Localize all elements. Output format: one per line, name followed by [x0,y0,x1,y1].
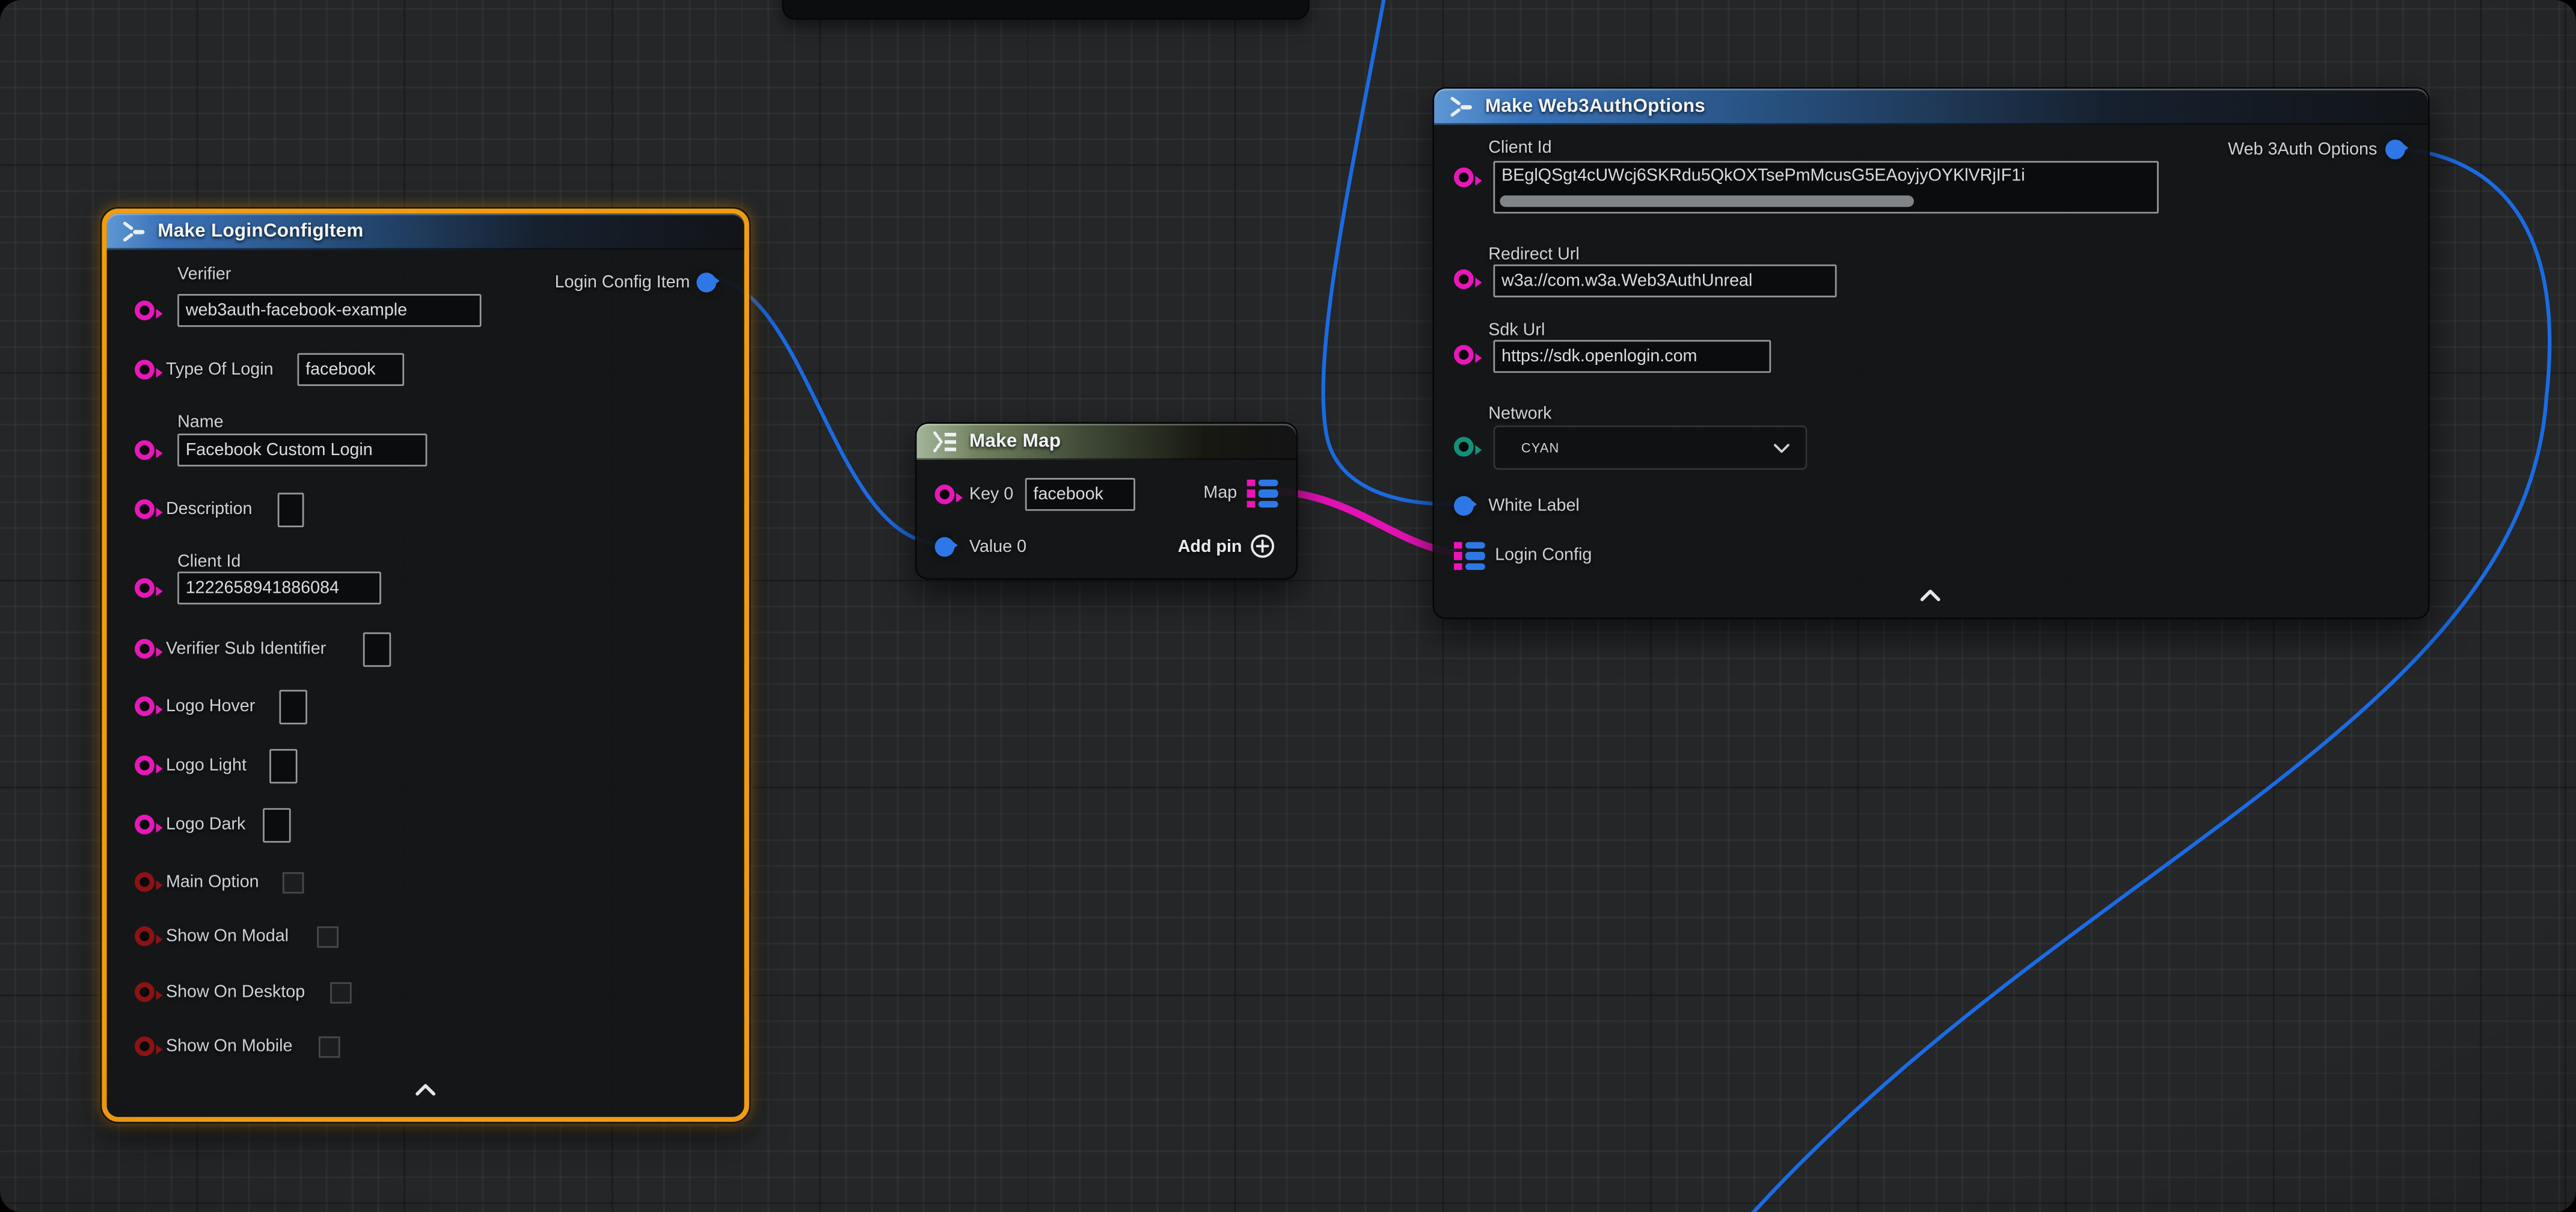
input-pin-logo-hover[interactable] [135,696,155,716]
field-label-sdk-url: Sdk Url [1488,320,1545,340]
input-pin-show-on-mobile[interactable] [135,1036,155,1056]
input-pin-show-on-modal[interactable] [135,926,155,946]
add-pin-plus-icon [1250,534,1275,559]
make-map-icon [931,430,958,453]
input-pin-value-0[interactable] [935,537,955,557]
input-pin-type-of-login[interactable] [135,360,155,379]
network-selected-value: CYAN [1521,440,1559,455]
type-of-login-input[interactable]: facebook [298,353,405,386]
sdk-url-input[interactable]: https://sdk.openlogin.com [1493,340,1771,373]
output-pin-map[interactable] [1247,480,1278,507]
client-id-scrollbar[interactable] [1500,195,1913,206]
input-pin-name[interactable] [135,440,155,460]
input-pin-white-label[interactable] [1454,496,1474,516]
network-dropdown[interactable]: CYAN [1493,426,1807,470]
name-input[interactable]: Facebook Custom Login [177,433,427,467]
logo-dark-input[interactable] [263,808,290,842]
node-title: Make LoginConfigItem [158,222,363,242]
field-label-key-0: Key 0 [969,485,1013,504]
offscreen-node-fragment[interactable] [782,0,1309,20]
field-label-show-on-modal: Show On Modal [166,926,289,946]
add-pin-label: Add pin [1178,536,1242,556]
dropdown-chevron-icon [1773,442,1791,453]
key-0-input[interactable]: facebook [1025,478,1135,511]
redirect-url-input[interactable]: w3a://com.w3a.Web3AuthUnreal [1493,265,1836,298]
node-make-loginconfigitem[interactable]: Make LoginConfigItem Login Config Item V… [102,209,749,1122]
make-struct-icon [1449,95,1474,118]
input-pin-sdk-url[interactable] [1454,345,1474,365]
field-label-logo-dark: Logo Dark [166,815,245,834]
field-label-logo-light: Logo Light [166,756,247,776]
input-pin-logo-light[interactable] [135,756,155,776]
node-title: Make Map [969,432,1061,452]
blueprint-graph-canvas[interactable]: Make LoginConfigItem Login Config Item V… [0,0,2576,1212]
field-label-main-option: Main Option [166,872,259,892]
output-pin-label-map: Map [1203,483,1237,503]
input-pin-verifier-sub-identifier[interactable] [135,639,155,659]
collapse-chevron-icon[interactable] [414,1082,437,1097]
field-label-show-on-mobile: Show On Mobile [166,1036,292,1056]
input-pin-verifier[interactable] [135,301,155,320]
field-label-value-0: Value 0 [969,537,1026,557]
field-label-login-config: Login Config [1495,545,1592,565]
show-on-modal-checkbox[interactable] [317,926,339,948]
collapse-chevron-icon[interactable] [1919,588,1942,603]
field-label-verifier-sub-identifier: Verifier Sub Identifier [166,639,326,659]
node-make-map[interactable]: Make Map Key 0 facebook Map Value 0 Add … [915,422,1298,580]
client-id-input[interactable]: 1222658941886084 [177,572,381,605]
node-header[interactable]: Make Map [917,424,1296,460]
input-pin-show-on-desktop[interactable] [135,982,155,1002]
node-make-web3authoptions[interactable]: Make Web3AuthOptions Web 3Auth Options C… [1432,87,2429,619]
input-pin-redirect-url[interactable] [1454,269,1474,289]
input-pin-logo-dark[interactable] [135,815,155,834]
main-option-checkbox[interactable] [283,872,304,894]
field-label-client-id: Client Id [1488,138,1551,158]
input-pin-client-id[interactable] [1454,168,1474,188]
logo-light-input[interactable] [269,749,297,783]
input-pin-client-id[interactable] [135,578,155,598]
verifier-input[interactable]: web3auth-facebook-example [177,294,481,327]
input-pin-network[interactable] [1454,437,1474,457]
field-label-verifier: Verifier [177,265,231,284]
field-label-name: Name [177,412,224,432]
make-struct-icon [121,220,146,243]
output-pin-web3auth-options[interactable] [2385,139,2405,159]
field-label-network: Network [1488,404,1551,424]
input-pin-login-config[interactable] [1454,542,1485,570]
node-header[interactable]: Make LoginConfigItem [107,213,744,249]
output-pin-label: Web 3Auth Options [2228,139,2377,159]
show-on-mobile-checkbox[interactable] [319,1036,340,1058]
logo-hover-input[interactable] [279,690,307,724]
field-label-redirect-url: Redirect Url [1488,245,1579,265]
field-label-show-on-desktop: Show On Desktop [166,982,305,1002]
node-header[interactable]: Make Web3AuthOptions [1434,89,2428,125]
add-pin-button[interactable]: Add pin [1178,534,1275,559]
input-pin-main-option[interactable] [135,872,155,892]
field-label-description: Description [166,500,253,519]
field-label-client-id: Client Id [177,552,241,572]
show-on-desktop-checkbox[interactable] [330,982,352,1004]
input-pin-description[interactable] [135,500,155,519]
field-label-logo-hover: Logo Hover [166,696,255,716]
verifier-sub-identifier-input[interactable] [363,632,391,667]
output-pin-label: Login Config Item [555,273,690,293]
field-label-white-label: White Label [1488,496,1580,516]
node-title: Make Web3AuthOptions [1485,97,1705,117]
field-label-type-of-login: Type Of Login [166,360,274,379]
input-pin-key-0[interactable] [935,485,955,504]
description-input[interactable] [278,493,304,527]
output-pin-login-config-item[interactable] [696,273,716,293]
